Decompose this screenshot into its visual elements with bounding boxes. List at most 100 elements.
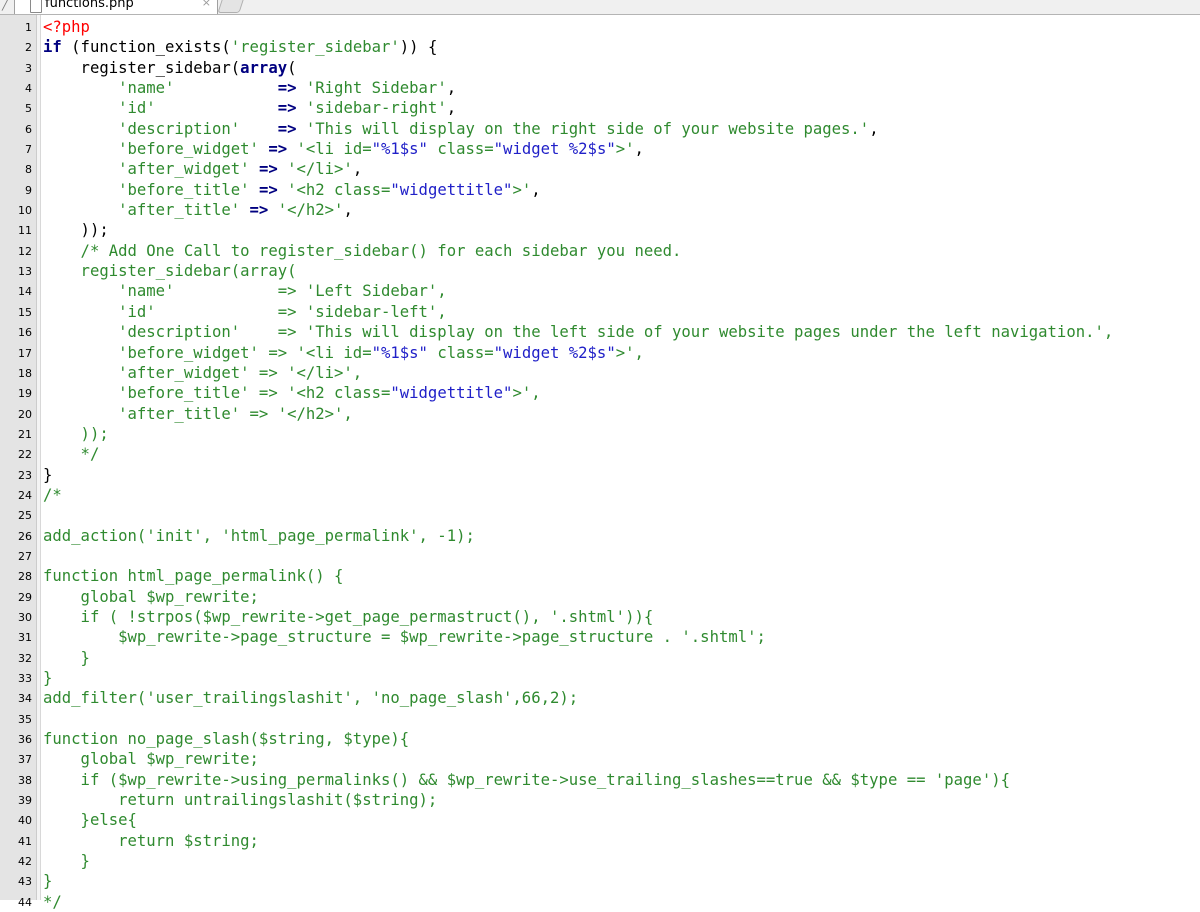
code-line: 40 }else{	[0, 809, 1200, 829]
code-token: ,	[446, 99, 457, 118]
code-token: ));	[43, 221, 109, 240]
code-token: class=	[427, 343, 494, 362]
code-token: 'description' => 'This will display on t…	[43, 323, 1114, 342]
code-text: 'after_widget' => '</li>',	[43, 363, 362, 383]
code-token: =>	[258, 180, 278, 199]
code-text: }	[43, 648, 90, 668]
code-text: }	[43, 871, 52, 891]
code-text: 'after_title' => '</h2>',	[43, 200, 353, 220]
line-number: 10	[18, 204, 32, 218]
code-text: 'id' => 'sidebar-left',	[43, 302, 447, 322]
code-text: 'name' => 'Right Sidebar',	[43, 78, 456, 98]
code-line: 41 return $string;	[0, 830, 1200, 850]
tab-scroll-left-icon[interactable]: ╱	[2, 0, 9, 11]
code-token: if ($wp_rewrite->using_permalinks() && $…	[43, 770, 1010, 789]
line-number: 19	[18, 387, 32, 401]
code-lines: 1 <?php 2 if (function_exists('register_sid…	[0, 16, 1200, 911]
code-text: if ( !strpos($wp_rewrite->get_page_perma…	[43, 607, 654, 627]
code-token: '</li>'	[277, 160, 353, 179]
code-text: global $wp_rewrite;	[43, 587, 259, 607]
code-line: 35	[0, 708, 1200, 728]
code-token: }	[43, 872, 53, 891]
code-text: return $string;	[43, 831, 259, 851]
code-line: 15 'id' => 'sidebar-left',	[0, 301, 1200, 321]
code-line: 36 function no_page_slash($string, $type)…	[0, 728, 1200, 748]
code-line: 37 global $wp_rewrite;	[0, 748, 1200, 768]
code-token: ,	[446, 79, 457, 98]
code-text: add_action('init', 'html_page_permalink'…	[43, 526, 475, 546]
code-token: 'after_title' => '</h2>',	[43, 404, 353, 423]
code-token: ,	[531, 180, 541, 199]
code-text: ));	[43, 424, 109, 444]
code-token: 'sidebar-right'	[296, 99, 447, 118]
code-token: 'after_widget' => '</li>',	[43, 363, 363, 382]
line-number: 22	[18, 448, 32, 462]
code-line: 26 add_action('init', 'html_page_permalin…	[0, 525, 1200, 545]
line-number: 13	[18, 265, 32, 279]
line-number: 5	[25, 102, 32, 116]
code-line: 18 'after_widget' => '</li>',	[0, 362, 1200, 382]
line-number: 41	[18, 834, 32, 848]
line-number: 9	[25, 183, 32, 197]
code-token: add_filter('user_trailingslashit', 'no_p…	[43, 689, 579, 708]
code-token: =>	[249, 201, 269, 220]
line-number: 23	[18, 468, 32, 482]
code-token: 'after_widget'	[43, 160, 259, 179]
code-line: 38 if ($wp_rewrite->using_permalinks() &…	[0, 769, 1200, 789]
close-icon[interactable]: ×	[202, 0, 211, 9]
code-text: */	[43, 892, 62, 912]
code-text: if (function_exists('register_sidebar'))…	[43, 37, 437, 57]
code-token: ,	[634, 140, 644, 159]
code-token: "widget %2$s"	[493, 140, 616, 159]
code-editor[interactable]: 1 <?php 2 if (function_exists('register_sid…	[0, 15, 1200, 911]
code-line: 31 $wp_rewrite->page_structure = $wp_rew…	[0, 626, 1200, 646]
tab-functions-php[interactable]: functions.php ×	[14, 0, 218, 14]
code-text: $wp_rewrite->page_structure = $wp_rewrit…	[43, 627, 766, 647]
code-text: register_sidebar(array(	[43, 261, 297, 281]
code-token: '</h2>'	[268, 201, 344, 220]
code-token: ,	[343, 201, 353, 220]
code-text: /*	[43, 485, 62, 505]
code-token: "widgettitle"	[390, 384, 513, 403]
code-line: 4 'name' => 'Right Sidebar',	[0, 77, 1200, 97]
line-number: 17	[18, 346, 32, 360]
line-number: 30	[18, 610, 32, 624]
code-token: array	[240, 58, 288, 77]
code-line: 6 'description' => 'This will display on…	[0, 118, 1200, 138]
line-number: 40	[18, 814, 32, 828]
code-line: 27	[0, 545, 1200, 565]
code-token: (	[287, 58, 297, 77]
code-line: 20 'after_title' => '</h2>',	[0, 403, 1200, 423]
code-token: 'This will display on the right side of …	[296, 119, 870, 138]
line-number: 28	[18, 570, 32, 584]
code-token: =>	[268, 140, 288, 159]
line-number: 1	[25, 21, 32, 34]
code-token: '<h2 class=	[277, 180, 391, 199]
new-tab-button[interactable]	[217, 0, 245, 13]
code-token: =>	[277, 79, 297, 98]
code-text: /* Add One Call to register_sidebar() fo…	[43, 241, 682, 261]
line-number: 12	[18, 244, 32, 258]
line-number: 44	[18, 895, 32, 909]
code-token: if ( !strpos($wp_rewrite->get_page_perma…	[43, 607, 654, 626]
code-token: >',	[512, 384, 541, 403]
code-text: }else{	[43, 810, 137, 830]
code-token: >'	[615, 140, 635, 159]
code-token: ));	[43, 424, 109, 443]
code-token: }	[43, 852, 90, 871]
code-text: 'before_title' => '<h2 class="widgettitl…	[43, 180, 541, 200]
line-number: 4	[25, 82, 32, 96]
line-number: 2	[25, 41, 32, 55]
code-line: 42 }	[0, 850, 1200, 870]
code-token: }	[43, 465, 53, 484]
line-number: 21	[18, 427, 32, 441]
code-token: =>	[277, 119, 297, 138]
line-number: 42	[18, 855, 32, 869]
code-token: register_sidebar(array(	[43, 262, 297, 281]
code-text: add_filter('user_trailingslashit', 'no_p…	[43, 688, 578, 708]
code-token: 'name' => 'Left Sidebar',	[43, 282, 447, 301]
code-token: }else{	[43, 811, 137, 830]
code-token: <?php	[43, 18, 90, 36]
code-token: 'id' => 'sidebar-left',	[43, 302, 447, 321]
code-token: global $wp_rewrite;	[43, 750, 259, 769]
